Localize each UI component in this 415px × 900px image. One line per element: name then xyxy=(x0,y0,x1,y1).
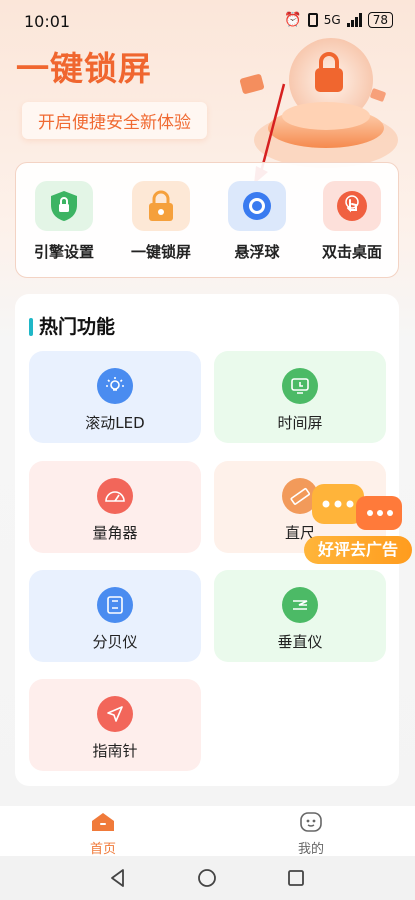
tab-label: 我的 xyxy=(297,842,324,857)
clock-screen-icon xyxy=(282,368,318,404)
tile-protractor[interactable]: 量角器 xyxy=(29,461,201,553)
tile-label: 滚动LED xyxy=(85,414,145,432)
home-nav-icon[interactable] xyxy=(197,868,217,888)
remove-ads-label: 好评去广告 xyxy=(304,536,412,564)
status-time: 10:01 xyxy=(24,12,71,31)
quick-label: 引擎设置 xyxy=(33,243,94,261)
tile-time-screen[interactable]: 时间屏 xyxy=(214,351,386,443)
quick-label: 双击桌面 xyxy=(321,243,382,261)
remove-ads-badge[interactable]: 好评去广告 xyxy=(300,480,414,580)
section-title: 热门功能 xyxy=(39,316,116,338)
double-tap-icon xyxy=(323,181,381,231)
quick-one-key-lock[interactable]: 一键锁屏 xyxy=(113,181,209,262)
tile-label: 指南针 xyxy=(92,742,138,760)
decibel-icon xyxy=(97,587,133,623)
quick-label: 一键锁屏 xyxy=(130,243,191,261)
protractor-icon xyxy=(97,478,133,514)
home-icon xyxy=(92,813,114,831)
tile-scroll-led[interactable]: 滚动LED xyxy=(29,351,201,443)
page-title: 一键锁屏 xyxy=(16,49,152,88)
compass-icon xyxy=(97,696,133,732)
quick-label: 悬浮球 xyxy=(234,243,280,261)
quick-actions-card: 引擎设置 一键锁屏 悬浮球 双击桌面 xyxy=(15,162,399,278)
recents-icon[interactable] xyxy=(286,868,306,888)
tile-label: 量角器 xyxy=(92,524,138,542)
tab-mine[interactable]: 我的 xyxy=(261,812,361,857)
tile-decibel[interactable]: 分贝仪 xyxy=(29,570,201,662)
padlock-icon xyxy=(132,181,190,231)
system-nav-bar xyxy=(0,856,415,900)
level-icon xyxy=(282,587,318,623)
chat-bubbles-icon xyxy=(312,484,402,530)
profile-face-icon xyxy=(300,812,322,832)
quick-engine-settings[interactable]: 引擎设置 xyxy=(16,181,112,262)
quick-double-tap-desktop[interactable]: 双击桌面 xyxy=(304,181,400,262)
back-icon[interactable] xyxy=(108,868,128,888)
floating-ball-icon xyxy=(228,181,286,231)
tile-label: 垂直仪 xyxy=(277,633,323,651)
tile-label: 时间屏 xyxy=(277,414,323,432)
quick-floating-ball[interactable]: 悬浮球 xyxy=(209,181,305,262)
tile-compass[interactable]: 指南针 xyxy=(29,679,201,771)
bottom-tab-bar: 首页 我的 xyxy=(0,806,415,857)
tile-level[interactable]: 垂直仪 xyxy=(214,570,386,662)
tab-label: 首页 xyxy=(89,842,116,857)
shield-lock-icon xyxy=(35,181,93,231)
section-marker xyxy=(29,318,33,336)
tile-label: 分贝仪 xyxy=(92,633,138,651)
tab-home[interactable]: 首页 xyxy=(53,812,153,857)
page-subtitle: 开启便捷安全新体验 xyxy=(22,102,207,139)
bulb-icon xyxy=(97,368,133,404)
